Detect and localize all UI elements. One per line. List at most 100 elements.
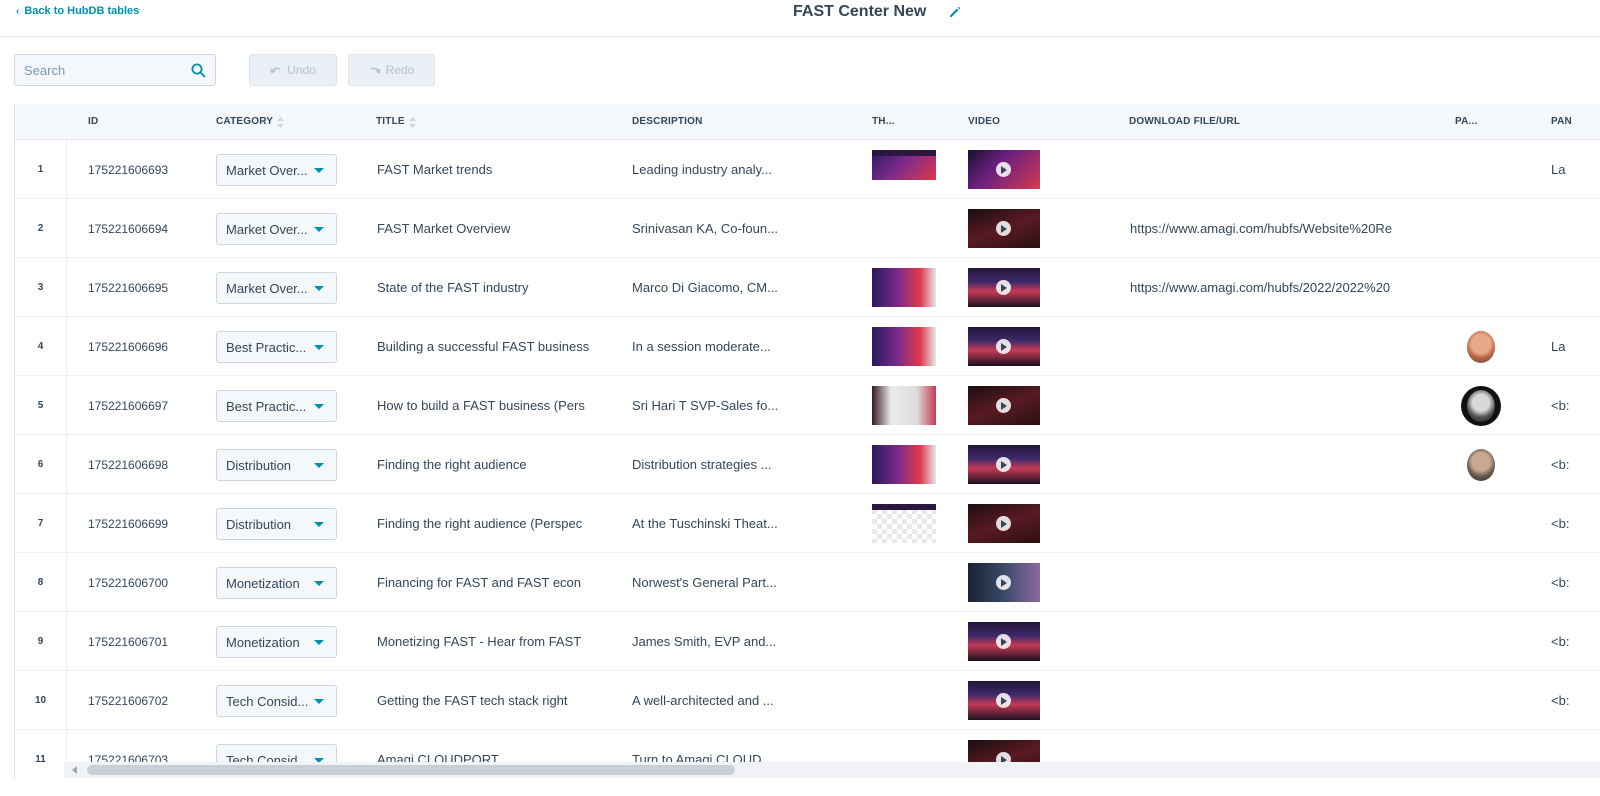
cell-panelist[interactable]: <b: [1551,435,1600,494]
video-preview[interactable] [968,386,1040,425]
cell-title[interactable]: How to build a FAST business (Pers [377,376,592,435]
table-row[interactable]: 4 175221606696 Best Practic... Building … [15,317,1600,376]
video-preview[interactable] [968,681,1040,720]
cell-panelist[interactable] [1551,258,1600,317]
cell-title[interactable]: Getting the FAST tech stack right [377,671,592,730]
video-preview[interactable] [968,445,1040,484]
sort-icon[interactable] [277,116,285,128]
cell-id[interactable]: 175221606702 [88,671,198,730]
category-select[interactable]: Tech Consid... [216,685,337,717]
table-row[interactable]: 9 175221606701 Monetization Monetizing F… [15,612,1600,671]
table-row[interactable]: 1 175221606693 Market Over... FAST Marke… [15,140,1600,199]
column-header-panelist[interactable]: PAN [1551,104,1572,140]
cell-panelist[interactable]: La [1551,140,1600,199]
cell-description[interactable]: Distribution strategies ... [632,435,792,494]
table-row[interactable]: 8 175221606700 Monetization Financing fo… [15,553,1600,612]
panelist-avatar[interactable] [1461,445,1501,485]
video-preview[interactable] [968,622,1040,661]
scroll-left-icon[interactable] [72,766,77,774]
play-icon[interactable] [996,634,1011,649]
cell-description[interactable]: At the Tuschinski Theat... [632,494,792,553]
video-preview[interactable] [968,150,1040,189]
back-to-tables-link[interactable]: ‹ Back to HubDB tables [16,5,139,17]
cell-panelist[interactable] [1551,199,1600,258]
cell-title[interactable]: Finding the right audience [377,435,592,494]
play-icon[interactable] [996,339,1011,354]
table-row[interactable]: 7 175221606699 Distribution Finding the … [15,494,1600,553]
cell-id[interactable]: 175221606697 [88,376,198,435]
category-select[interactable]: Distribution [216,508,337,540]
video-preview[interactable] [968,209,1040,248]
play-icon[interactable] [996,221,1011,236]
cell-title[interactable]: Monetizing FAST - Hear from FAST [377,612,592,671]
cell-panelist[interactable]: <b: [1551,671,1600,730]
cell-title[interactable]: Financing for FAST and FAST econ [377,553,592,612]
column-header-panelist-image[interactable]: PA... [1455,104,1477,140]
column-header-category[interactable]: CATEGORY [216,104,285,140]
redo-button[interactable]: Redo [348,54,435,86]
scrollbar-thumb[interactable] [87,765,735,775]
play-icon[interactable] [996,516,1011,531]
cell-id[interactable]: 175221606694 [88,199,198,258]
category-select[interactable]: Market Over... [216,154,337,186]
search-input[interactable] [15,55,185,85]
video-preview[interactable] [968,563,1040,602]
undo-button[interactable]: Undo [249,54,337,86]
cell-panelist[interactable]: <b: [1551,494,1600,553]
play-icon[interactable] [996,162,1011,177]
cell-description[interactable]: In a session moderate... [632,317,792,376]
play-icon[interactable] [996,693,1011,708]
panelist-avatar[interactable] [1461,386,1501,426]
cell-title[interactable]: FAST Market Overview [377,199,592,258]
cell-title[interactable]: State of the FAST industry [377,258,592,317]
video-preview[interactable] [968,504,1040,543]
cell-description[interactable]: Marco Di Giacomo, CM... [632,258,792,317]
play-icon[interactable] [996,280,1011,295]
cell-id[interactable]: 175221606696 [88,317,198,376]
cell-id[interactable]: 175221606701 [88,612,198,671]
thumbnail-image[interactable] [872,327,936,366]
column-header-title[interactable]: TITLE [376,104,416,140]
cell-panelist[interactable]: La [1551,317,1600,376]
table-row[interactable]: 6 175221606698 Distribution Finding the … [15,435,1600,494]
cell-panelist[interactable]: <b: [1551,376,1600,435]
table-row[interactable]: 10 175221606702 Tech Consid... Getting t… [15,671,1600,730]
cell-description[interactable]: Sri Hari T SVP-Sales fo... [632,376,792,435]
category-select[interactable]: Best Practic... [216,331,337,363]
play-icon[interactable] [996,457,1011,472]
category-select[interactable]: Market Over... [216,272,337,304]
thumbnail-image[interactable] [872,268,936,307]
category-select[interactable]: Monetization [216,626,337,658]
thumbnail-image[interactable] [872,150,936,180]
category-select[interactable]: Distribution [216,449,337,481]
panelist-avatar[interactable] [1461,327,1501,367]
cell-id[interactable]: 175221606699 [88,494,198,553]
table-row[interactable]: 5 175221606697 Best Practic... How to bu… [15,376,1600,435]
column-header-id[interactable]: ID [88,104,98,140]
sort-icon[interactable] [408,116,416,128]
cell-download-url[interactable]: https://www.amagi.com/hubfs/2022/2022%20 [1130,258,1415,317]
table-row[interactable]: 3 175221606695 Market Over... State of t… [15,258,1600,317]
column-header-description[interactable]: DESCRIPTION [632,104,703,140]
cell-description[interactable]: Leading industry analy... [632,140,792,199]
thumbnail-image[interactable] [872,445,936,484]
cell-description[interactable]: Norwest's General Part... [632,553,792,612]
pencil-icon[interactable] [948,5,962,19]
cell-id[interactable]: 175221606695 [88,258,198,317]
play-icon[interactable] [996,575,1011,590]
cell-download-url[interactable]: https://www.amagi.com/hubfs/Website%20Re [1130,199,1415,258]
cell-panelist[interactable]: <b: [1551,612,1600,671]
play-icon[interactable] [996,398,1011,413]
cell-title[interactable]: FAST Market trends [377,140,592,199]
table-row[interactable]: 2 175221606694 Market Over... FAST Marke… [15,199,1600,258]
cell-id[interactable]: 175221606700 [88,553,198,612]
thumbnail-image[interactable] [872,504,936,543]
cell-title[interactable]: Building a successful FAST business [377,317,592,376]
category-select[interactable]: Market Over... [216,213,337,245]
cell-description[interactable]: Srinivasan KA, Co-foun... [632,199,792,258]
cell-panelist[interactable]: <b: [1551,553,1600,612]
thumbnail-image[interactable] [872,386,936,425]
cell-title[interactable]: Finding the right audience (Perspec [377,494,592,553]
category-select[interactable]: Best Practic... [216,390,337,422]
video-preview[interactable] [968,327,1040,366]
